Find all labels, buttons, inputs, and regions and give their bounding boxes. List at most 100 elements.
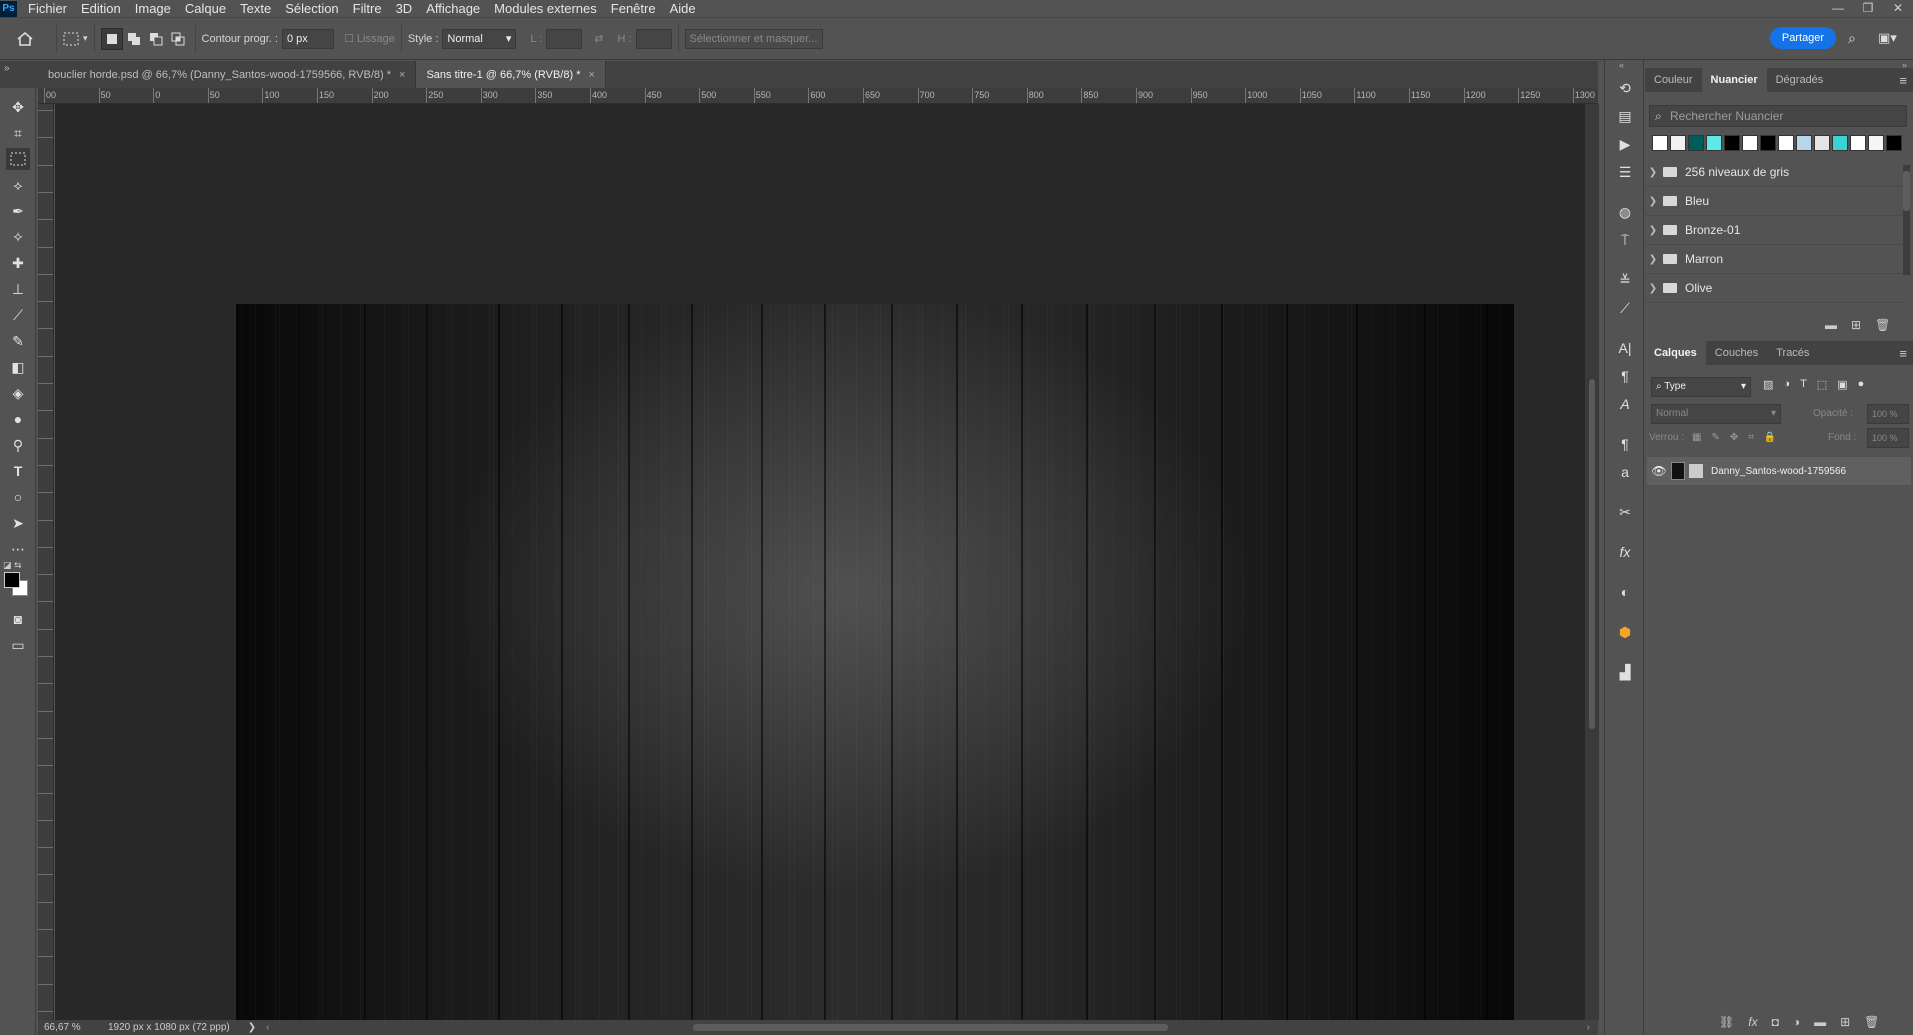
swatch[interactable]: [1706, 135, 1722, 151]
swatch-folder[interactable]: ❯ Bleu: [1645, 187, 1903, 216]
default-colors-icon[interactable]: ◪ ⇆: [3, 560, 22, 571]
panel-menu-icon[interactable]: ≡: [1899, 73, 1907, 88]
menu-filtre[interactable]: Filtre: [346, 0, 389, 17]
menu-selection[interactable]: Sélection: [278, 0, 345, 17]
chevron-right-icon[interactable]: ❯: [1645, 283, 1661, 294]
menu-calque[interactable]: Calque: [178, 0, 233, 17]
rect-marquee-tool-icon[interactable]: [6, 148, 30, 170]
menu-3d[interactable]: 3D: [389, 0, 420, 17]
type-tool-icon[interactable]: T: [6, 460, 30, 482]
lock-icons[interactable]: ▦✎✥⌗🔒: [1692, 432, 1786, 443]
menu-texte[interactable]: Texte: [233, 0, 278, 17]
home-icon[interactable]: [0, 26, 50, 52]
intersect-selection-button[interactable]: [167, 28, 189, 50]
tools-icon[interactable]: ✂: [1613, 500, 1637, 524]
minimize-icon[interactable]: —: [1823, 0, 1853, 17]
swatch[interactable]: [1670, 135, 1686, 151]
brush-tool-icon[interactable]: ✎: [6, 330, 30, 352]
filter-toggle-icon[interactable]: ●: [1858, 378, 1865, 391]
glyphs-icon[interactable]: A: [1613, 392, 1637, 416]
trash-icon[interactable]: 🗑: [1864, 1015, 1879, 1029]
tab-traces[interactable]: Tracés: [1767, 341, 1818, 365]
share-button[interactable]: Partager: [1770, 27, 1836, 49]
blur-tool-icon[interactable]: ●: [6, 408, 30, 430]
type-filter-icon[interactable]: T: [1800, 378, 1807, 391]
height-input[interactable]: [635, 28, 672, 49]
width-input[interactable]: [546, 28, 583, 49]
shape-filter-icon[interactable]: ⬚: [1817, 378, 1827, 391]
chevron-right-icon[interactable]: ❯: [1645, 225, 1661, 236]
history-icon[interactable]: ⟲: [1613, 76, 1637, 100]
swatch-folder[interactable]: ❯ Olive: [1645, 274, 1903, 303]
opacity-input[interactable]: 100 %: [1867, 404, 1909, 424]
pixel-filter-icon[interactable]: ▨: [1763, 378, 1773, 391]
swatch[interactable]: [1886, 135, 1902, 151]
tab-calques[interactable]: Calques: [1645, 341, 1706, 365]
paragraph-styles-icon[interactable]: ¶: [1613, 432, 1637, 456]
tab-couches[interactable]: Couches: [1706, 341, 1767, 365]
path-selection-tool-icon[interactable]: ➤: [6, 512, 30, 534]
collapse-panels-icon[interactable]: «: [1619, 60, 1624, 70]
status-info-arrow[interactable]: ❯: [248, 1022, 256, 1033]
menu-fichier[interactable]: Fichier: [21, 0, 74, 17]
new-selection-button[interactable]: [100, 27, 123, 50]
horizontal-scrollbar-thumb[interactable]: [693, 1024, 1168, 1031]
actions-play-icon[interactable]: ▶: [1613, 132, 1637, 156]
close-icon[interactable]: ×: [399, 69, 405, 81]
close-icon[interactable]: ×: [588, 69, 594, 81]
adjustments-icon[interactable]: ☰: [1613, 160, 1637, 184]
swap-icon[interactable]: ⇄: [594, 26, 603, 52]
ellipse-tool-icon[interactable]: ○: [6, 486, 30, 508]
marquee-preset-picker[interactable]: ▾: [63, 26, 88, 52]
document-workspace[interactable]: [55, 104, 1585, 1025]
panel-menu-icon[interactable]: ≡: [1899, 346, 1907, 361]
lasso-tool-icon[interactable]: ⟡: [6, 174, 30, 196]
swatch[interactable]: [1868, 135, 1884, 151]
style-select[interactable]: Normal ▾: [442, 28, 517, 49]
swatch-scrollbar-thumb[interactable]: [1903, 171, 1910, 211]
chevron-right-icon[interactable]: ❯: [1645, 167, 1661, 178]
menu-affichage[interactable]: Affichage: [419, 0, 487, 17]
scroll-left-icon[interactable]: ‹: [266, 1022, 269, 1033]
swatch[interactable]: [1652, 135, 1668, 151]
fill-input[interactable]: 100 %: [1867, 428, 1909, 448]
search-icon[interactable]: ⌕: [1848, 30, 1856, 47]
swatch[interactable]: [1778, 135, 1794, 151]
clone-source-icon[interactable]: ⍑: [1613, 228, 1637, 252]
move-tool-icon[interactable]: ✥: [6, 96, 30, 118]
screen-mode-icon[interactable]: ▭: [6, 634, 30, 656]
add-selection-button[interactable]: [123, 28, 145, 50]
document-canvas[interactable]: [236, 304, 1514, 1025]
brushes-icon[interactable]: ⟋: [1613, 296, 1637, 320]
stamp-tool-icon[interactable]: ⊥: [6, 278, 30, 300]
swatch[interactable]: [1724, 135, 1740, 151]
healing-brush-tool-icon[interactable]: ✚: [6, 252, 30, 274]
blend-mode-select[interactable]: Normal ▾: [1651, 404, 1781, 424]
subtract-selection-button[interactable]: [145, 28, 167, 50]
swatch-folder[interactable]: ❯ 256 niveaux de gris: [1645, 158, 1903, 187]
workspace-icon[interactable]: ▣▾: [1878, 30, 1897, 46]
foreground-color-swatch[interactable]: [4, 572, 20, 588]
brush-settings-icon[interactable]: ≚: [1613, 268, 1637, 292]
vertical-scrollbar-thumb[interactable]: [1589, 379, 1595, 729]
adjustment-layer-icon[interactable]: ◑: [1793, 1015, 1800, 1029]
swatch-folder[interactable]: ❯ Bronze-01: [1645, 216, 1903, 245]
layer-row[interactable]: 👁 Danny_Santos-wood-1759566: [1647, 457, 1911, 485]
menu-modules-externes[interactable]: Modules externes: [487, 0, 604, 17]
new-swatch-icon[interactable]: ⊞: [1851, 318, 1861, 332]
tab-bouclier-horde[interactable]: bouclier horde.psd @ 66,7% (Danny_Santos…: [38, 61, 417, 88]
layer-name[interactable]: Danny_Santos-wood-1759566: [1711, 466, 1846, 477]
eyedropper-tool-icon[interactable]: ⟋: [6, 304, 30, 326]
link-layers-icon[interactable]: ⛓: [1719, 1015, 1734, 1029]
new-layer-icon[interactable]: ⊞: [1840, 1015, 1850, 1029]
character-icon[interactable]: A|: [1613, 336, 1637, 360]
menu-edition[interactable]: Edition: [74, 0, 128, 17]
pen-tool-icon[interactable]: ✒: [6, 200, 30, 222]
scroll-right-icon[interactable]: ›: [1587, 1022, 1590, 1033]
tab-nuancier[interactable]: Nuancier: [1701, 68, 1767, 92]
antialias-checkbox[interactable]: ☐ Lissage: [344, 26, 395, 52]
layer-style-fx-icon[interactable]: fx: [1748, 1015, 1757, 1029]
timeline-icon[interactable]: ◐: [1613, 580, 1637, 604]
paragraph-icon[interactable]: ¶: [1613, 364, 1637, 388]
select-and-mask-button[interactable]: Sélectionner et masquer...: [684, 28, 823, 49]
